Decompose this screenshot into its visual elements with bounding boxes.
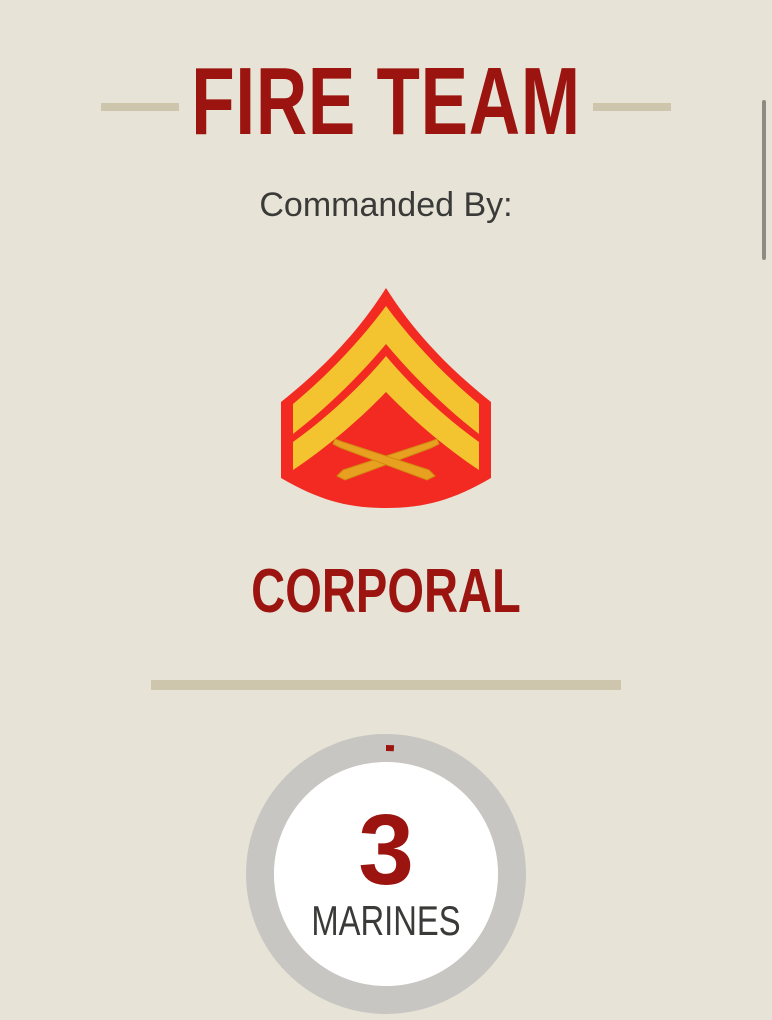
- corporal-chevron-insignia-icon: [281, 288, 491, 508]
- rank-name: CORPORAL: [251, 557, 521, 626]
- page-title: FIRE TEAM: [191, 48, 581, 155]
- marines-count-label: MARINES: [311, 897, 461, 944]
- commanded-by-label: Commanded By:: [259, 186, 513, 224]
- section-divider: [151, 680, 621, 690]
- vertical-scrollbar[interactable]: [762, 100, 766, 260]
- title-row: FIRE TEAM: [0, 52, 772, 152]
- title-rule-right: [593, 103, 671, 111]
- marines-count-value: 3: [358, 794, 414, 906]
